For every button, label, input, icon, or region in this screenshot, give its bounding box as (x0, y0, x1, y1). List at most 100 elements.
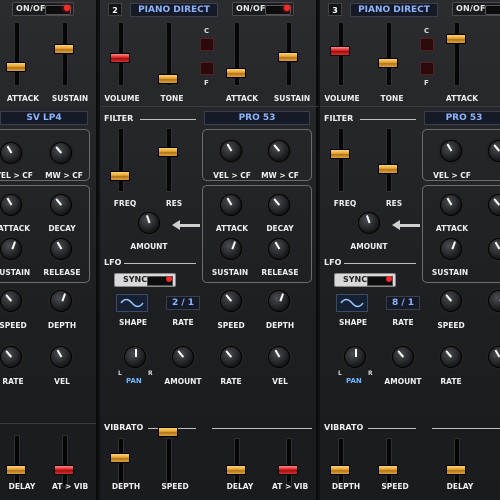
sustain-knob[interactable] (220, 238, 242, 260)
amount-label: AMOUNT (164, 377, 202, 386)
rate-knob[interactable] (440, 346, 462, 368)
lfo-speed-knob[interactable] (440, 290, 462, 312)
tone-slider-cap[interactable] (158, 74, 178, 84)
freq-slider-cap[interactable] (110, 171, 130, 181)
vibrato-depth-slider-track[interactable] (338, 438, 344, 488)
attack-slider-cap[interactable] (6, 62, 26, 72)
release-knob[interactable] (268, 238, 290, 260)
delay-slider-track[interactable] (14, 435, 20, 487)
at-vib-slider-cap[interactable] (278, 465, 298, 475)
attack-knob[interactable] (220, 194, 242, 216)
volume-label: VOLUME (324, 94, 360, 103)
res-slider-cap[interactable] (158, 147, 178, 157)
at-vib-slider-track[interactable] (286, 438, 292, 488)
section-line (344, 263, 416, 264)
rate-knob[interactable] (0, 346, 22, 368)
vel-knob[interactable] (268, 346, 290, 368)
delay-slider-track[interactable] (234, 438, 240, 488)
depth-knob[interactable] (50, 290, 72, 312)
volume-slider-cap[interactable] (330, 46, 350, 56)
lfo-speed-knob[interactable] (220, 290, 242, 312)
vibrato-speed-slider-track[interactable] (386, 438, 392, 488)
decay-knob[interactable] (50, 194, 72, 216)
tone-slider-track[interactable] (386, 22, 392, 86)
vibrato-section-title: VIBRATO (324, 423, 364, 432)
vibrato-speed-slider-track[interactable] (166, 438, 172, 488)
mw-cf-knob[interactable] (268, 140, 290, 162)
env-amount-knob[interactable] (358, 212, 380, 234)
vel-knob[interactable] (488, 346, 500, 368)
sustain-knob[interactable] (0, 238, 22, 260)
lfo-shape-selector[interactable] (116, 294, 148, 312)
vibrato-speed-slider-cap[interactable] (158, 427, 178, 437)
res-slider-track[interactable] (166, 128, 172, 192)
lfo-depth-knob[interactable] (488, 290, 500, 312)
mw-cf-knob[interactable] (50, 142, 72, 164)
freq-slider-track[interactable] (338, 128, 344, 192)
at-vib-slider-cap[interactable] (54, 465, 74, 475)
release-knob[interactable] (50, 238, 72, 260)
delay-slider-cap[interactable] (6, 465, 26, 475)
sustain-slider-cap[interactable] (278, 52, 298, 62)
rate-knob[interactable] (220, 346, 242, 368)
pan-label: PAN (126, 377, 142, 385)
decay-knob[interactable] (268, 194, 290, 216)
vibrato-section-title: VIBRATO (104, 423, 144, 432)
attack-slider-track[interactable] (454, 22, 460, 86)
vibrato-depth-slider-track[interactable] (118, 438, 124, 488)
delay-slider-cap[interactable] (226, 465, 246, 475)
decay-label: DECAY (48, 224, 76, 233)
filter-type-display[interactable]: PRO 53 (424, 111, 500, 125)
vel-cf-knob[interactable] (0, 142, 22, 164)
onoff-switch-3[interactable]: ON/OFF (452, 2, 500, 16)
sustain-slider-track[interactable] (62, 22, 68, 86)
tone-slider-cap[interactable] (378, 58, 398, 68)
sustain-knob[interactable] (440, 238, 462, 260)
at-vib-label: AT > VIB (52, 482, 89, 491)
mw-cf-label: MW > CF (261, 171, 299, 180)
lfo-rate-display[interactable]: 8 / 1 (386, 296, 420, 310)
lfo-depth-knob[interactable] (268, 290, 290, 312)
attack-knob[interactable] (0, 194, 22, 216)
volume-slider-cap[interactable] (110, 53, 130, 63)
freq-slider-cap[interactable] (330, 149, 350, 159)
vel-knob[interactable] (50, 346, 72, 368)
onoff-switch-1[interactable]: ON/OFF (12, 2, 74, 16)
vel-cf-knob[interactable] (440, 140, 462, 162)
filter-type-display[interactable]: SV LP4 (0, 111, 88, 125)
vibrato-depth-slider-cap[interactable] (330, 465, 350, 475)
left-arrow-icon (398, 224, 420, 227)
sync-switch[interactable]: SYNC (114, 273, 176, 287)
onoff-switch-2[interactable]: ON/OFF (232, 2, 294, 16)
delay-slider-track[interactable] (454, 438, 460, 488)
vibrato-speed-slider-cap[interactable] (378, 465, 398, 475)
speed-knob[interactable] (0, 290, 22, 312)
attack-knob[interactable] (440, 194, 462, 216)
attack-slider-cap[interactable] (226, 68, 246, 78)
res-slider-cap[interactable] (378, 164, 398, 174)
toggle-icon (485, 5, 500, 15)
lfo-shape-selector[interactable] (336, 294, 368, 312)
sustain-label: SUSTAIN (431, 268, 469, 277)
patch-name-display[interactable]: PIANO DIRECT (350, 3, 438, 17)
vibrato-depth-slider-cap[interactable] (110, 453, 130, 463)
pan-knob[interactable] (124, 346, 146, 368)
at-vib-slider-track[interactable] (62, 435, 68, 487)
sustain-slider-cap[interactable] (54, 44, 74, 54)
attack-slider-track[interactable] (14, 22, 20, 86)
pan-knob[interactable] (344, 346, 366, 368)
speed-label: SPEED (217, 321, 245, 330)
amount-knob[interactable] (392, 346, 414, 368)
filter-type-display[interactable]: PRO 53 (204, 111, 310, 125)
env-amount-knob[interactable] (138, 212, 160, 234)
patch-name-display[interactable]: PIANO DIRECT (130, 3, 218, 17)
attack-slider-cap[interactable] (446, 34, 466, 44)
freq-slider-track[interactable] (118, 128, 124, 192)
amount-knob[interactable] (172, 346, 194, 368)
res-slider-track[interactable] (386, 128, 392, 192)
sync-switch[interactable]: SYNC (334, 273, 396, 287)
rate-label: RATE (440, 377, 462, 386)
delay-slider-cap[interactable] (446, 465, 466, 475)
vel-cf-knob[interactable] (220, 140, 242, 162)
lfo-rate-display[interactable]: 2 / 1 (166, 296, 200, 310)
